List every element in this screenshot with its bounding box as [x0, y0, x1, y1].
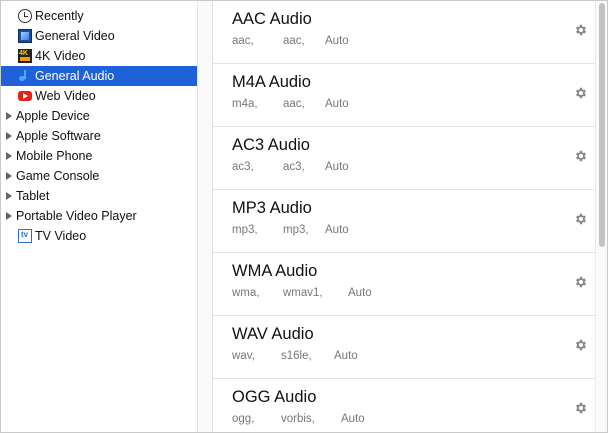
- format-picker-window: Recently General Video 4K Video General …: [0, 0, 608, 433]
- format-name: M4A Audio: [232, 73, 311, 91]
- gear-icon[interactable]: [574, 401, 588, 415]
- sidebar-item-general-audio[interactable]: General Audio: [1, 66, 197, 86]
- format-name: OGG Audio: [232, 388, 317, 406]
- format-quality: Auto: [325, 98, 349, 110]
- sidebar-group-tablet[interactable]: Tablet: [1, 186, 197, 206]
- sidebar-scrollbar[interactable]: [197, 1, 213, 432]
- format-quality: Auto: [325, 35, 349, 47]
- sidebar-group-apple-device[interactable]: Apple Device: [1, 106, 197, 126]
- format-name: AAC Audio: [232, 10, 312, 28]
- 4k-icon: [18, 49, 32, 63]
- sidebar-item-label: Portable Video Player: [16, 209, 137, 223]
- format-extension: ac3,: [232, 161, 254, 173]
- sidebar-group-mobile-phone[interactable]: Mobile Phone: [1, 146, 197, 166]
- format-codec: mp3,: [283, 224, 309, 236]
- format-codec: vorbis,: [281, 413, 315, 425]
- sidebar-item-label: 4K Video: [35, 49, 86, 63]
- format-codec: aac,: [283, 98, 305, 110]
- gear-icon[interactable]: [574, 275, 588, 289]
- format-quality: Auto: [325, 224, 349, 236]
- film-icon: [18, 29, 32, 43]
- format-name: WMA Audio: [232, 262, 318, 280]
- format-specs: ac3, ac3, Auto: [232, 161, 349, 173]
- music-note-icon: [18, 69, 32, 83]
- disclosure-triangle-icon[interactable]: [6, 212, 12, 220]
- format-extension: m4a,: [232, 98, 258, 110]
- sidebar-item-label: Recently: [35, 9, 84, 23]
- sidebar-group-portable-video-player[interactable]: Portable Video Player: [1, 206, 197, 226]
- sidebar-item-label: Web Video: [35, 89, 96, 103]
- sidebar-item-tv-video[interactable]: TV Video: [1, 226, 197, 246]
- format-extension: ogg,: [232, 413, 255, 425]
- sidebar-item-web-video[interactable]: Web Video: [1, 86, 197, 106]
- format-codec: s16le,: [281, 350, 312, 362]
- format-specs: ogg, vorbis, Auto: [232, 413, 365, 425]
- gear-icon[interactable]: [574, 149, 588, 163]
- format-list-scrollbar[interactable]: [595, 1, 607, 432]
- format-quality: Auto: [325, 161, 349, 173]
- sidebar-item-label: TV Video: [35, 229, 87, 243]
- sidebar-item-recently[interactable]: Recently: [1, 6, 197, 26]
- format-specs: wma, wmav1, Auto: [232, 287, 372, 299]
- format-specs: m4a, aac, Auto: [232, 98, 349, 110]
- gear-icon[interactable]: [574, 338, 588, 352]
- sidebar-item-label: Tablet: [16, 189, 50, 203]
- format-row-m4a[interactable]: M4A Audio m4a, aac, Auto: [213, 64, 595, 127]
- format-codec: ac3,: [283, 161, 305, 173]
- format-row-wma[interactable]: WMA Audio wma, wmav1, Auto: [213, 253, 595, 316]
- format-extension: aac,: [232, 35, 254, 47]
- sidebar-item-label: General Video: [35, 29, 115, 43]
- format-extension: wma,: [232, 287, 260, 299]
- format-quality: Auto: [334, 350, 358, 362]
- sidebar-item-general-video[interactable]: General Video: [1, 26, 197, 46]
- format-row-wav[interactable]: WAV Audio wav, s16le, Auto: [213, 316, 595, 379]
- youtube-icon: [18, 91, 32, 101]
- format-extension: mp3,: [232, 224, 258, 236]
- sidebar-item-label: General Audio: [35, 69, 115, 83]
- format-quality: Auto: [348, 287, 372, 299]
- tv-icon: [18, 229, 32, 243]
- disclosure-triangle-icon[interactable]: [6, 112, 12, 120]
- format-row-ac3[interactable]: AC3 Audio ac3, ac3, Auto: [213, 127, 595, 190]
- sidebar-group-apple-software[interactable]: Apple Software: [1, 126, 197, 146]
- sidebar-item-label: Apple Software: [16, 129, 101, 143]
- format-codec: aac,: [283, 35, 305, 47]
- format-name: MP3 Audio: [232, 199, 312, 217]
- sidebar-item-label: Mobile Phone: [16, 149, 93, 163]
- format-row-ogg[interactable]: OGG Audio ogg, vorbis, Auto: [213, 379, 595, 432]
- gear-icon[interactable]: [574, 212, 588, 226]
- format-codec: wmav1,: [283, 287, 323, 299]
- format-name: AC3 Audio: [232, 136, 310, 154]
- gear-icon[interactable]: [574, 86, 588, 100]
- disclosure-triangle-icon[interactable]: [6, 192, 12, 200]
- clock-icon: [18, 9, 32, 23]
- disclosure-triangle-icon[interactable]: [6, 132, 12, 140]
- sidebar-item-label: Apple Device: [16, 109, 90, 123]
- gear-icon[interactable]: [574, 23, 588, 37]
- format-specs: aac, aac, Auto: [232, 35, 349, 47]
- format-specs: mp3, mp3, Auto: [232, 224, 349, 236]
- format-row-aac[interactable]: AAC Audio aac, aac, Auto: [213, 1, 595, 64]
- disclosure-triangle-icon[interactable]: [6, 172, 12, 180]
- format-extension: wav,: [232, 350, 255, 362]
- disclosure-triangle-icon[interactable]: [6, 152, 12, 160]
- format-quality: Auto: [341, 413, 365, 425]
- sidebar-item-label: Game Console: [16, 169, 100, 183]
- sidebar-group-game-console[interactable]: Game Console: [1, 166, 197, 186]
- format-specs: wav, s16le, Auto: [232, 350, 358, 362]
- format-name: WAV Audio: [232, 325, 314, 343]
- format-list: AAC Audio aac, aac, Auto M4A Audio m4a, aac…: [213, 1, 595, 432]
- category-tree: Recently General Video 4K Video General …: [1, 6, 197, 246]
- category-sidebar: Recently General Video 4K Video General …: [1, 1, 197, 432]
- format-row-mp3[interactable]: MP3 Audio mp3, mp3, Auto: [213, 190, 595, 253]
- scrollbar-thumb[interactable]: [599, 3, 605, 247]
- sidebar-item-4k-video[interactable]: 4K Video: [1, 46, 197, 66]
